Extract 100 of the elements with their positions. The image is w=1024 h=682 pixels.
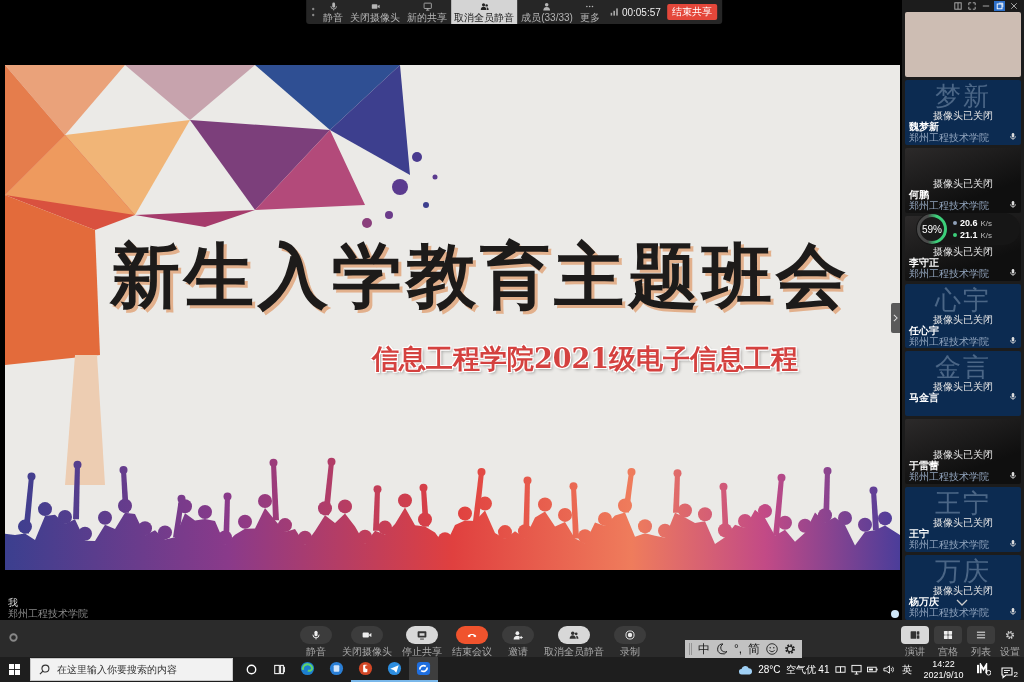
chevron-down-icon: [956, 599, 968, 606]
circle-icon: [245, 664, 257, 675]
mic-icon: [1009, 539, 1017, 549]
participant-organization: 郑州工程技术学院: [909, 131, 989, 143]
participant-organization: 郑州工程技术学院: [909, 539, 989, 551]
speed-value: 20.6: [960, 217, 978, 229]
participant-organization: 郑州工程技术学院: [909, 607, 989, 619]
camera-button[interactable]: 关闭摄像头: [347, 0, 404, 24]
clock-date[interactable]: 2021/9/10: [923, 669, 964, 681]
speaker-layout-icon: [910, 630, 920, 640]
mute-button[interactable]: 静音: [320, 0, 347, 24]
notification-icon: [1000, 666, 1013, 679]
add-person-icon: [513, 630, 523, 640]
collapse-handle[interactable]: [891, 303, 900, 333]
mic-icon: [1009, 335, 1017, 345]
camera-status-text: 摄像头已关闭: [933, 313, 993, 325]
people-icon: [569, 630, 579, 640]
air-quality-text: 空气优 41: [785, 663, 830, 676]
camera-status-text: 摄像头已关闭: [933, 177, 993, 189]
plane-icon: [387, 661, 402, 676]
mic-icon: [1009, 199, 1017, 209]
browser-icon: [300, 661, 315, 676]
camera-status-text: 摄像头已关闭: [933, 381, 993, 393]
meeting-app-icon: [416, 661, 431, 676]
signal-icon: [609, 8, 618, 16]
input-mode-toggle[interactable]: 中: [698, 642, 710, 656]
punctuation-toggle[interactable]: °,: [734, 642, 743, 656]
camera-button[interactable]: 关闭摄像头: [342, 626, 392, 657]
stop-share-button[interactable]: 停止共享: [402, 626, 442, 657]
self-organization: 郑州工程技术学院: [8, 608, 88, 619]
minimize-icon: [981, 2, 990, 10]
settings-icon: [1005, 630, 1015, 640]
input-language-indicator[interactable]: 英: [901, 663, 912, 676]
clock-time[interactable]: 14:22: [932, 658, 955, 670]
task-view-icon: [273, 664, 285, 675]
camera-status-text: 摄像头已关闭: [933, 449, 993, 461]
camera-status-text: 摄像头已关闭: [933, 517, 993, 529]
people-icon: [479, 1, 489, 11]
participant-organization: 郑州工程技术学院: [909, 335, 989, 347]
search-field[interactable]: 在这里输入你要搜索的内容: [30, 658, 233, 681]
slide-subtitle: 信息工程学院2021级电子信息工程: [372, 343, 799, 375]
members-button[interactable]: 成员(33/33): [518, 0, 576, 24]
new-share-button[interactable]: 新的共享: [404, 0, 451, 24]
temperature-text: 28°C: [758, 663, 781, 676]
close-button[interactable]: [1008, 1, 1019, 11]
speed-value: 21.1: [960, 229, 978, 241]
avatar-initials: 王宁: [935, 487, 991, 518]
grip-icon[interactable]: [689, 643, 692, 655]
unmute-all-button[interactable]: 取消全员静音: [544, 626, 604, 657]
avatar-initials: 心宇: [935, 283, 991, 314]
layout-icon: [953, 2, 962, 10]
camera-status-text: 摄像头已关闭: [933, 245, 993, 257]
video-camera-icon: [362, 630, 372, 640]
ring-icon: [9, 633, 18, 642]
settings-button[interactable]: 设置: [1000, 626, 1020, 657]
slide-title: 新生入学教育主题班会: [110, 237, 850, 314]
grip-icon[interactable]: [311, 6, 316, 18]
avatar-initials: 梦新: [935, 79, 991, 110]
mic-icon: [1009, 267, 1017, 277]
tray-app-icon[interactable]: [975, 663, 991, 676]
participant-name: 任心宇: [909, 324, 939, 336]
presentation-app-icon: [358, 661, 373, 676]
mic-icon: [328, 1, 338, 11]
moon-icon[interactable]: [716, 643, 728, 655]
participant-name: 于雷蕾: [909, 460, 939, 472]
smiley-icon[interactable]: [766, 643, 779, 655]
restore-button[interactable]: [994, 1, 1005, 11]
search-icon: [39, 664, 50, 675]
participant-name: 魏梦新: [909, 120, 939, 132]
app-icon: [329, 661, 344, 676]
participant-name: 何鹏: [909, 188, 929, 200]
layout-button[interactable]: [952, 1, 963, 11]
record-icon: [625, 630, 635, 640]
speed-unit: K/s: [980, 229, 993, 241]
participant-name: 李守正: [909, 256, 939, 268]
grid-icon: [943, 630, 953, 640]
script-toggle[interactable]: 简: [748, 642, 761, 656]
meeting-timer: 00:05:57: [621, 6, 661, 18]
battery-icon[interactable]: [866, 664, 878, 675]
taskbar-app-button[interactable]: [409, 657, 438, 682]
end-share-button[interactable]: 结束共享: [666, 4, 717, 20]
screen-icon: [422, 1, 432, 11]
avatar-initials: 金言: [935, 351, 991, 382]
mic-icon: [1009, 607, 1017, 617]
tablet-icon[interactable]: [834, 664, 846, 675]
volume-icon[interactable]: [882, 664, 894, 675]
settings-icon[interactable]: [784, 643, 797, 655]
notifications-button[interactable]: 2: [998, 660, 1020, 679]
mic-icon: [311, 630, 321, 640]
chevron-right-icon: [893, 314, 898, 322]
screen-icon: [417, 630, 427, 640]
fullscreen-button[interactable]: [966, 1, 977, 11]
scroll-down-button[interactable]: [955, 598, 969, 607]
dot-icon: [891, 610, 899, 618]
usage-percent: 59%: [922, 223, 942, 235]
more-button[interactable]: 更多: [576, 0, 603, 24]
avatar-initials: 万庆: [935, 555, 991, 586]
end-meeting-button[interactable]: 结束会议: [452, 626, 492, 657]
unmute-all-button[interactable]: 取消全员静音: [451, 0, 518, 24]
monitor-icon[interactable]: [850, 664, 862, 675]
